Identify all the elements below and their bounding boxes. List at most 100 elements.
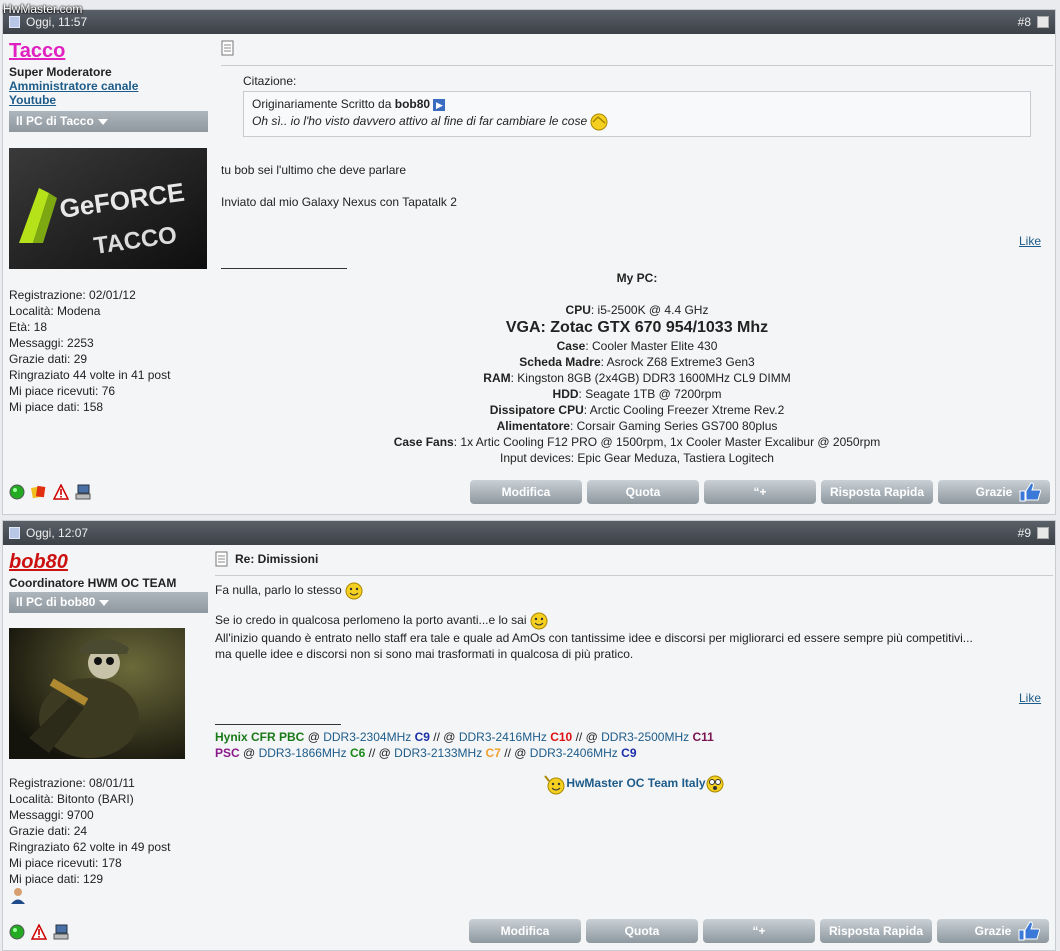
- computer-icon: [75, 484, 91, 500]
- user-icons: [9, 484, 91, 500]
- quote-author-prefix: Originariamente Scritto da: [252, 97, 392, 111]
- user-stats: Registrazione: 02/01/12 Località: Modena…: [9, 287, 209, 415]
- thanks-button[interactable]: Grazie: [938, 480, 1050, 504]
- quick-reply-button[interactable]: Risposta Rapida: [820, 919, 932, 943]
- quote-button[interactable]: Quota: [587, 480, 699, 504]
- stat-line: Messaggi: 9700: [9, 808, 94, 822]
- thanks-label: Grazie: [974, 924, 1012, 938]
- quick-reply-button[interactable]: Risposta Rapida: [821, 480, 933, 504]
- like-link[interactable]: Like: [1019, 691, 1041, 705]
- signature-divider: [221, 268, 347, 269]
- post-number-link[interactable]: #8: [1018, 15, 1031, 29]
- stat-line: Località: Bitonto (BARI): [9, 792, 134, 806]
- post-date: Oggi, 11:57: [26, 15, 88, 29]
- stat-line: Grazie dati: 24: [9, 824, 88, 838]
- ddr3-2304-link[interactable]: DDR3-2304MHz: [323, 730, 411, 744]
- stat-line: Registrazione: 02/01/12: [9, 288, 136, 302]
- online-status-icon: [9, 484, 25, 500]
- sig-fans: Case Fans: 1x Artic Cooling F12 PRO @ 15…: [393, 435, 881, 449]
- post-text: Inviato dal mio Galaxy Nexus con Tapatal…: [221, 195, 457, 209]
- post-text-row: Se io credo in qualcosa perlomeno la por…: [215, 612, 1053, 630]
- user-pc-dropdown[interactable]: Il PC di bob80: [9, 592, 208, 613]
- stat-line: Messaggi: 2253: [9, 336, 94, 350]
- report-post-icon[interactable]: [31, 924, 47, 940]
- infraction-card-icon[interactable]: [31, 484, 47, 500]
- post-content: Re: Dimissioni Fa nulla, parlo lo stesso…: [215, 551, 1053, 662]
- sig-hynix-line: Hynix CFR PBC @ DDR3-2304MHz C9 // @ DDR…: [215, 730, 714, 744]
- smile-icon: [530, 612, 548, 630]
- stat-line: Località: Modena: [9, 304, 101, 318]
- stat-line: Mi piace ricevuti: 178: [9, 856, 122, 870]
- like-link[interactable]: Like: [1019, 234, 1041, 248]
- smile-icon: [345, 582, 363, 600]
- sig-ram: RAM: Kingston 8GB (2x4GB) DDR3 1600MHz C…: [483, 371, 791, 385]
- user-icons: [9, 924, 69, 940]
- user-role: Super Moderatore: [9, 65, 112, 79]
- facepalm-smiley-icon: [590, 113, 608, 131]
- sig-psc-line: PSC @ DDR3-1866MHz C6 // @ DDR3-2133MHz …: [215, 746, 637, 760]
- sig-psu: Alimentatore: Corsair Gaming Series GS70…: [496, 419, 778, 433]
- divider: [221, 65, 1053, 66]
- username-link[interactable]: bob80: [9, 551, 209, 574]
- ddr3-2133-link[interactable]: DDR3-2133MHz: [394, 746, 482, 760]
- multiquote-checkbox[interactable]: [1037, 527, 1049, 539]
- user-stats: Registrazione: 08/01/11 Località: Bitont…: [9, 775, 209, 887]
- admin-channel-link[interactable]: Amministratore canale: [9, 79, 209, 93]
- edit-button[interactable]: Modifica: [470, 480, 582, 504]
- sig-input: Input devices: Epic Gear Meduza, Tastier…: [500, 451, 774, 465]
- sig-cooler: Dissipatore CPU: Arctic Cooling Freezer …: [489, 403, 785, 417]
- sig-case: Case: Cooler Master Elite 430: [556, 339, 718, 353]
- post-text: Se io credo in qualcosa perlomeno la por…: [215, 613, 527, 628]
- stat-line: Mi piace dati: 129: [9, 872, 104, 886]
- team-link[interactable]: HwMaster OC Team Italy: [566, 776, 705, 790]
- edit-button[interactable]: Modifica: [469, 919, 581, 943]
- post-doc-icon: [221, 40, 234, 56]
- report-post-icon[interactable]: [53, 484, 69, 500]
- online-status-icon: [9, 924, 25, 940]
- ddr3-2500-link[interactable]: DDR3-2500MHz: [601, 730, 689, 744]
- post-doc-icon: [215, 551, 228, 567]
- ddr3-1866-link[interactable]: DDR3-1866MHz: [259, 746, 347, 760]
- user-pc-dropdown[interactable]: Il PC di Tacco: [9, 111, 208, 132]
- multiquote-button[interactable]: “+: [704, 480, 816, 504]
- post-date: Oggi, 12:07: [26, 526, 89, 540]
- sig-vga: VGA: Zotac GTX 670 954/1033 Mhz: [505, 319, 769, 336]
- post-number-link[interactable]: #9: [1018, 526, 1031, 540]
- view-post-icon[interactable]: ▶: [433, 98, 446, 111]
- user-info: Tacco Super Moderatore Amministratore ca…: [9, 40, 209, 415]
- multiquote-button[interactable]: “+: [703, 919, 815, 943]
- ddr3-2406-link[interactable]: DDR3-2406MHz: [530, 746, 618, 760]
- username-link[interactable]: Tacco: [9, 40, 209, 63]
- stat-line: Età: 18: [9, 320, 48, 334]
- site-watermark: HwMaster.com: [3, 2, 83, 16]
- post-text-row: Fa nulla, parlo lo stesso: [215, 582, 1053, 600]
- quote: Citazione: Originariamente Scritto da bo…: [243, 74, 1031, 137]
- signature: My PC: CPU: i5-2500K @ 4.4 GHz VGA: Zota…: [221, 270, 1053, 466]
- post-actions: Modifica Quota “+ Risposta Rapida Grazie: [470, 480, 1050, 504]
- avatar: [9, 628, 185, 759]
- multiquote-checkbox[interactable]: [1037, 16, 1049, 28]
- post-title-row: Re: Dimissioni: [215, 551, 1053, 567]
- stat-line: Grazie dati: 29: [9, 352, 88, 366]
- waving-smiley-icon: [544, 775, 565, 795]
- user-role: Coordinatore HWM OC TEAM: [9, 576, 177, 590]
- post-8: Oggi, 11:57 #8 Tacco Super Moderatore Am…: [2, 9, 1056, 515]
- quote-button[interactable]: Quota: [586, 919, 698, 943]
- signature-divider: [215, 724, 341, 725]
- user-pc-label: Il PC di bob80: [16, 595, 96, 609]
- thanks-button[interactable]: Grazie: [937, 919, 1049, 943]
- youtube-link[interactable]: Youtube: [9, 93, 209, 107]
- computer-icon: [53, 924, 69, 940]
- quote-author: bob80: [394, 97, 431, 111]
- post-text: Fa nulla, parlo lo stesso: [215, 583, 342, 598]
- post-icon: [9, 527, 20, 539]
- chevron-down-icon: [99, 599, 110, 606]
- post-actions: Modifica Quota “+ Risposta Rapida Grazie: [469, 919, 1049, 943]
- stat-line: Registrazione: 08/01/11: [9, 776, 135, 790]
- sig-mb: Scheda Madre: Asrock Z68 Extreme3 Gen3: [519, 355, 755, 369]
- ddr3-2416-link[interactable]: DDR3-2416MHz: [459, 730, 547, 744]
- sig-cpu: CPU: i5-2500K @ 4.4 GHz: [565, 303, 709, 317]
- sig-title: My PC:: [616, 271, 658, 285]
- post-text: ma quelle idee e discorsi non si sono ma…: [215, 647, 634, 661]
- post-title: Re: Dimissioni: [235, 552, 319, 566]
